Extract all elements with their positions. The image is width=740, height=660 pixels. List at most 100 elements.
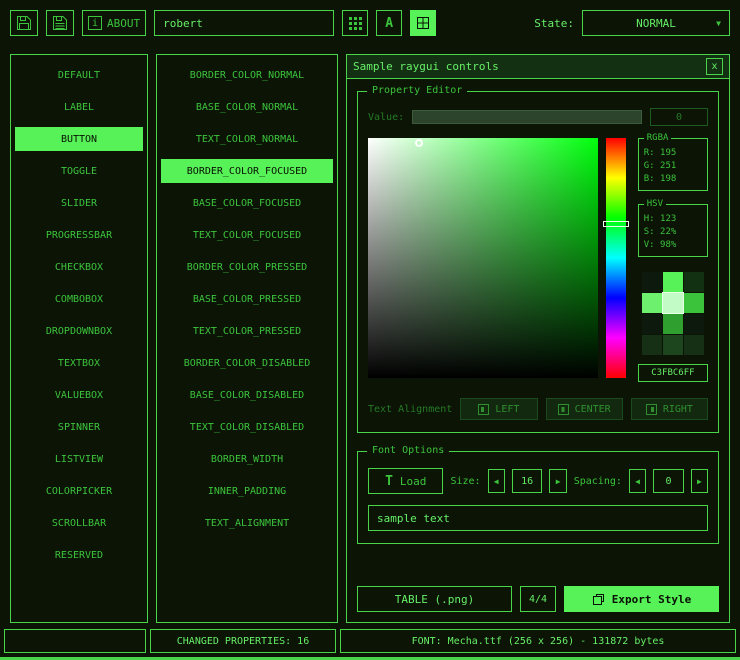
properties-list-item-selected[interactable]: BORDER_COLOR_FOCUSED xyxy=(161,159,333,183)
align-right-button[interactable]: RIGHT xyxy=(631,398,708,420)
properties-list-item[interactable]: TEXT_COLOR_PRESSED xyxy=(161,319,333,343)
controls-list-item[interactable]: LISTVIEW xyxy=(15,447,143,471)
rguistyler-app: i ABOUT A State: NORMAL xyxy=(0,0,740,660)
rgba-blue-value: B: 198 xyxy=(644,173,702,186)
sample-controls-window: Sample raygui controls x Property Editor… xyxy=(346,54,730,623)
color-picker-area[interactable] xyxy=(368,138,598,378)
properties-list-item[interactable]: BASE_COLOR_FOCUSED xyxy=(161,191,333,215)
window-titlebar[interactable]: Sample raygui controls x xyxy=(347,55,729,79)
controls-list-item[interactable]: TOGGLE xyxy=(15,159,143,183)
controls-list-item[interactable]: VALUEBOX xyxy=(15,383,143,407)
color-picker-cursor[interactable] xyxy=(415,139,423,147)
align-right-icon xyxy=(646,404,657,415)
font-spacing-value[interactable]: 0 xyxy=(653,469,684,493)
about-button[interactable]: i ABOUT xyxy=(82,10,146,36)
save-style-as-button[interactable] xyxy=(46,10,74,36)
floppy-save-as-icon xyxy=(52,15,68,31)
properties-list-item[interactable]: BASE_COLOR_DISABLED xyxy=(161,383,333,407)
controls-list-item[interactable]: TEXTBOX xyxy=(15,351,143,375)
floppy-save-icon xyxy=(16,15,32,31)
font-row: T Load Size: ◀ 16 ▶ Spacing: ◀ xyxy=(368,468,708,494)
font-spacing-increase-button[interactable]: ▶ xyxy=(691,469,708,493)
properties-list-item[interactable]: BASE_COLOR_NORMAL xyxy=(161,95,333,119)
rgba-group-label: RGBA xyxy=(644,133,672,143)
controls-list-item[interactable]: PROGRESSBAR xyxy=(15,223,143,247)
export-format-button[interactable]: TABLE (.png) xyxy=(357,586,512,612)
font-size-value[interactable]: 16 xyxy=(512,469,543,493)
properties-list-item[interactable]: TEXT_ALIGNMENT xyxy=(161,511,333,535)
palette-cell[interactable] xyxy=(663,314,683,334)
align-center-button[interactable]: CENTER xyxy=(546,398,623,420)
value-box[interactable]: 0 xyxy=(650,108,708,126)
hex-color-value[interactable]: C3FBC6FF xyxy=(638,364,708,382)
controls-list-item[interactable]: SCROLLBAR xyxy=(15,511,143,535)
rgba-red-value: R: 195 xyxy=(644,147,702,160)
align-center-label: CENTER xyxy=(575,404,611,415)
palette-cell[interactable] xyxy=(642,272,662,292)
state-dropdown[interactable]: NORMAL ▼ xyxy=(582,10,730,36)
window-title: Sample raygui controls xyxy=(353,60,499,73)
text-t-icon: T xyxy=(385,474,393,489)
controls-list-item[interactable]: DROPDOWNBOX xyxy=(15,319,143,343)
hue-slider[interactable] xyxy=(606,138,626,378)
palette-cell[interactable] xyxy=(642,293,662,313)
value-row: Value: 0 xyxy=(368,108,708,126)
export-style-button[interactable]: Export Style xyxy=(564,586,719,612)
properties-list-item[interactable]: BORDER_COLOR_PRESSED xyxy=(161,255,333,279)
font-load-button[interactable]: T Load xyxy=(368,468,443,494)
align-right-label: RIGHT xyxy=(663,404,693,415)
palette-cell[interactable] xyxy=(642,335,662,355)
window-close-button[interactable]: x xyxy=(706,58,723,75)
grid-view-button[interactable] xyxy=(342,10,368,36)
palette-cell-current[interactable] xyxy=(663,293,683,313)
properties-list-item[interactable]: BORDER_COLOR_NORMAL xyxy=(161,63,333,87)
properties-list-item[interactable]: BASE_COLOR_PRESSED xyxy=(161,287,333,311)
font-size-label: Size: xyxy=(450,476,480,487)
font-size-decrease-button[interactable]: ◀ xyxy=(488,469,505,493)
palette-cell[interactable] xyxy=(684,272,704,292)
save-style-button[interactable] xyxy=(10,10,38,36)
pages-indicator: 4/4 xyxy=(520,586,556,612)
palette-cell[interactable] xyxy=(663,272,683,292)
property-editor-group: Property Editor Value: 0 xyxy=(357,91,719,433)
controls-list-item-selected[interactable]: BUTTON xyxy=(15,127,143,151)
style-name-input[interactable] xyxy=(154,10,334,36)
color-picker-row: RGBA R: 195 G: 251 B: 198 HSV H: 123 S: … xyxy=(368,138,708,382)
palette-cell[interactable] xyxy=(684,335,704,355)
hue-slider-cursor[interactable] xyxy=(603,221,629,227)
palette-cell[interactable] xyxy=(642,314,662,334)
font-load-label: Load xyxy=(400,475,427,488)
controls-list-item[interactable]: COLORPICKER xyxy=(15,479,143,503)
controls-list-item[interactable]: CHECKBOX xyxy=(15,255,143,279)
value-slider[interactable] xyxy=(412,110,642,124)
properties-list-item[interactable]: BORDER_COLOR_DISABLED xyxy=(161,351,333,375)
properties-list-item[interactable]: TEXT_COLOR_NORMAL xyxy=(161,127,333,151)
controls-list-item[interactable]: RESERVED xyxy=(15,543,143,567)
align-left-button[interactable]: LEFT xyxy=(460,398,537,420)
palette-cell[interactable] xyxy=(684,293,704,313)
grid-icon xyxy=(349,17,362,30)
font-options-group: Font Options T Load Size: ◀ 16 ▶ xyxy=(357,451,719,544)
properties-list-item[interactable]: BORDER_WIDTH xyxy=(161,447,333,471)
property-editor-label: Property Editor xyxy=(367,85,467,96)
controls-list-item[interactable]: COMBOBOX xyxy=(15,287,143,311)
export-icon xyxy=(592,593,605,606)
controls-list-item[interactable]: SPINNER xyxy=(15,415,143,439)
letter-a-icon: A xyxy=(385,16,393,31)
hsv-hue-value: H: 123 xyxy=(644,213,702,226)
properties-list-item[interactable]: INNER_PADDING xyxy=(161,479,333,503)
controls-list-item[interactable]: SLIDER xyxy=(15,191,143,215)
properties-list-item[interactable]: TEXT_COLOR_FOCUSED xyxy=(161,223,333,247)
font-spacing-decrease-button[interactable]: ◀ xyxy=(629,469,646,493)
palette-cell[interactable] xyxy=(684,314,704,334)
sample-text-input[interactable] xyxy=(368,505,708,531)
style-table-view-button[interactable] xyxy=(410,10,436,36)
properties-list-item[interactable]: TEXT_COLOR_DISABLED xyxy=(161,415,333,439)
controls-list-item[interactable]: LABEL xyxy=(15,95,143,119)
status-font-info: FONT: Mecha.ttf (256 x 256) - 131872 byt… xyxy=(340,629,736,653)
palette-cell[interactable] xyxy=(663,335,683,355)
font-atlas-view-button[interactable]: A xyxy=(376,10,402,36)
hsv-group: HSV H: 123 S: 22% V: 98% xyxy=(638,204,708,257)
font-size-increase-button[interactable]: ▶ xyxy=(549,469,566,493)
controls-list-item[interactable]: DEFAULT xyxy=(15,63,143,87)
